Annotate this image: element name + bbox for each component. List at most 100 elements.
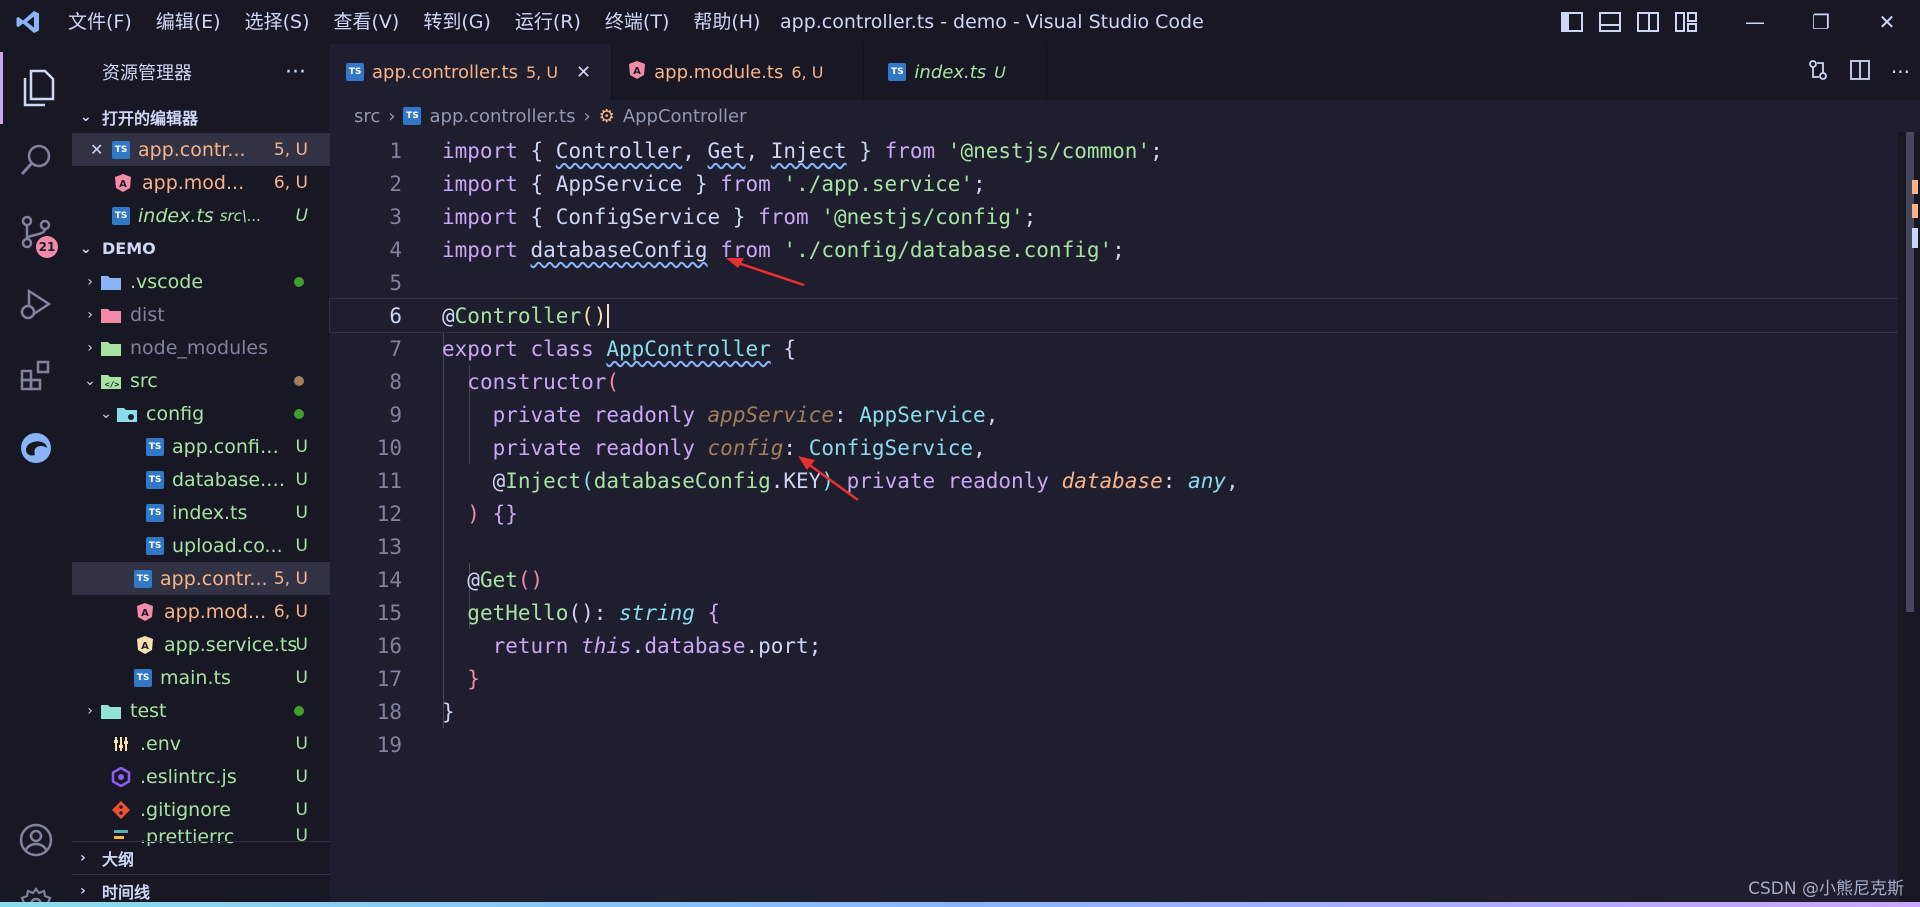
breadcrumb-file[interactable]: app.controller.ts — [429, 106, 575, 127]
tree-folder[interactable]: › node_modules — [72, 331, 330, 364]
tree-label: upload.co... — [172, 534, 283, 557]
open-editors-header[interactable]: ⌄ 打开的编辑器 — [72, 100, 330, 133]
red-arrow-icon — [798, 456, 859, 502]
tree-folder[interactable]: ⌄ </> src — [72, 364, 330, 397]
tree-file[interactable]: .eslintrc.js U — [72, 760, 330, 793]
tree-file[interactable]: .gitignore U — [72, 793, 330, 826]
minimap-scrollbar[interactable] — [1898, 132, 1920, 907]
scm-badge: 21 — [36, 236, 58, 258]
open-editor-item[interactable]: A app.mod... 6, U — [72, 166, 330, 199]
git-status: U — [295, 733, 308, 754]
typescript-file-icon: TS — [134, 668, 152, 687]
close-icon[interactable]: ✕ — [576, 62, 591, 83]
open-editor-status: 6, U — [273, 172, 308, 193]
code-editor[interactable]: 1 import { Controller, Get, Inject } from… — [329, 134, 1920, 761]
vscode-logo-icon — [0, 0, 56, 44]
customize-layout-icon[interactable] — [1674, 11, 1698, 33]
open-editor-item[interactable]: TS index.ts src\... U — [72, 199, 330, 232]
cursor-marker — [1912, 228, 1918, 248]
code-text: getHello(): string { — [467, 600, 721, 625]
git-status: 6, U — [273, 601, 308, 622]
open-editor-path: src\... — [219, 206, 262, 225]
maximize-button[interactable]: ❐ — [1788, 0, 1854, 44]
watermark: CSDN @小熊尼克斯 — [1748, 879, 1904, 899]
tab-index[interactable]: TS index.ts U — [864, 44, 1047, 100]
tree-label: dist — [130, 303, 165, 326]
breadcrumb-separator: › — [388, 105, 396, 127]
menu-selection[interactable]: 选择(S) — [233, 0, 322, 44]
status-dot — [294, 408, 304, 419]
tree-file[interactable]: TS database.c... U — [72, 463, 330, 496]
minimize-button[interactable]: — — [1722, 0, 1788, 44]
git-status: U — [295, 535, 308, 556]
code-line: 18} — [330, 695, 1920, 728]
tree-label: config — [146, 402, 205, 425]
chevron-right-icon: › — [87, 306, 93, 323]
code-line: 13 — [330, 530, 1920, 563]
breadcrumb-symbol[interactable]: AppController — [623, 106, 747, 127]
run-debug-icon[interactable] — [0, 268, 72, 340]
menu-edit[interactable]: 编辑(E) — [144, 0, 233, 44]
line-number: 19 — [376, 732, 402, 757]
split-editor-icon[interactable] — [1849, 59, 1871, 86]
open-editors-label: 打开的编辑器 — [102, 108, 199, 128]
tree-file[interactable]: TS app.contr... 5, U — [72, 562, 330, 595]
tree-file[interactable]: TS main.ts U — [72, 661, 330, 694]
menu-file[interactable]: 文件(F) — [56, 0, 144, 44]
menu-help[interactable]: 帮助(H) — [681, 0, 772, 44]
tree-file[interactable]: A app.service.ts U — [72, 628, 330, 661]
menu-run[interactable]: 运行(R) — [503, 0, 593, 44]
git-status: U — [295, 469, 308, 490]
tree-file[interactable]: TS upload.co... U — [72, 529, 330, 562]
node-modules-folder-icon — [100, 338, 122, 358]
tree-file[interactable]: TS app.config... U — [72, 430, 330, 463]
svg-text:A: A — [141, 608, 149, 619]
tree-label: .gitignore — [140, 798, 231, 821]
tree-label: app.contr... — [160, 567, 268, 590]
git-status: U — [295, 634, 308, 655]
tree-folder[interactable]: › .vscode — [72, 265, 330, 298]
tree-label: database.c... — [172, 468, 290, 491]
account-icon[interactable] — [0, 804, 72, 876]
status-dot — [294, 375, 304, 386]
edge-icon[interactable] — [0, 412, 72, 484]
warning-marker — [1912, 180, 1918, 194]
project-header[interactable]: ⌄ DEMO — [72, 232, 330, 265]
source-control-icon[interactable]: 21 — [0, 196, 72, 268]
extensions-icon[interactable] — [0, 340, 72, 412]
toggle-primary-sidebar-icon[interactable] — [1560, 11, 1584, 33]
open-editor-item[interactable]: ✕ TS app.contr... 5, U — [72, 133, 330, 166]
tab-app-module[interactable]: A app.module.ts 6, U — [612, 44, 865, 100]
menu-view[interactable]: 查看(V) — [322, 0, 412, 44]
tree-folder[interactable]: › test — [72, 694, 330, 727]
close-icon[interactable]: ✕ — [90, 140, 112, 159]
tree-file[interactable]: A app.mod... 6, U — [72, 595, 330, 628]
tab-bar: TS app.controller.ts 5, U ✕ A app.module… — [330, 44, 1920, 100]
outline-header[interactable]: › 大纲 — [72, 841, 330, 874]
red-arrow-icon — [726, 258, 805, 287]
tree-folder[interactable]: › dist — [72, 298, 330, 331]
more-actions-icon[interactable]: ··· — [285, 60, 306, 85]
chevron-down-icon: ⌄ — [84, 372, 96, 389]
code-text: } — [467, 666, 480, 691]
tree-folder[interactable]: ⌄ config — [72, 397, 330, 430]
menu-go[interactable]: 转到(G) — [411, 0, 503, 44]
close-button[interactable]: ✕ — [1854, 0, 1920, 44]
explorer-icon[interactable] — [0, 52, 72, 124]
tree-label: index.ts — [172, 501, 248, 524]
toggle-secondary-sidebar-icon[interactable] — [1636, 11, 1660, 33]
tree-file[interactable]: .env U — [72, 727, 330, 760]
src-folder-icon: </> — [100, 371, 122, 391]
breadcrumb-folder[interactable]: src — [354, 106, 380, 127]
menu-terminal[interactable]: 终端(T) — [593, 0, 681, 44]
tree-file[interactable]: TS index.ts U — [72, 496, 330, 529]
typescript-file-icon: TS — [112, 140, 130, 159]
code-line: 17 } — [330, 662, 1920, 695]
tab-label: app.controller.ts — [372, 61, 518, 83]
toggle-panel-icon[interactable] — [1598, 11, 1622, 33]
tab-app-controller[interactable]: TS app.controller.ts 5, U ✕ — [330, 44, 613, 100]
search-icon[interactable] — [0, 124, 72, 196]
test-folder-icon — [100, 701, 122, 721]
more-actions-icon[interactable]: ··· — [1891, 60, 1910, 84]
compare-changes-icon[interactable] — [1807, 59, 1829, 86]
